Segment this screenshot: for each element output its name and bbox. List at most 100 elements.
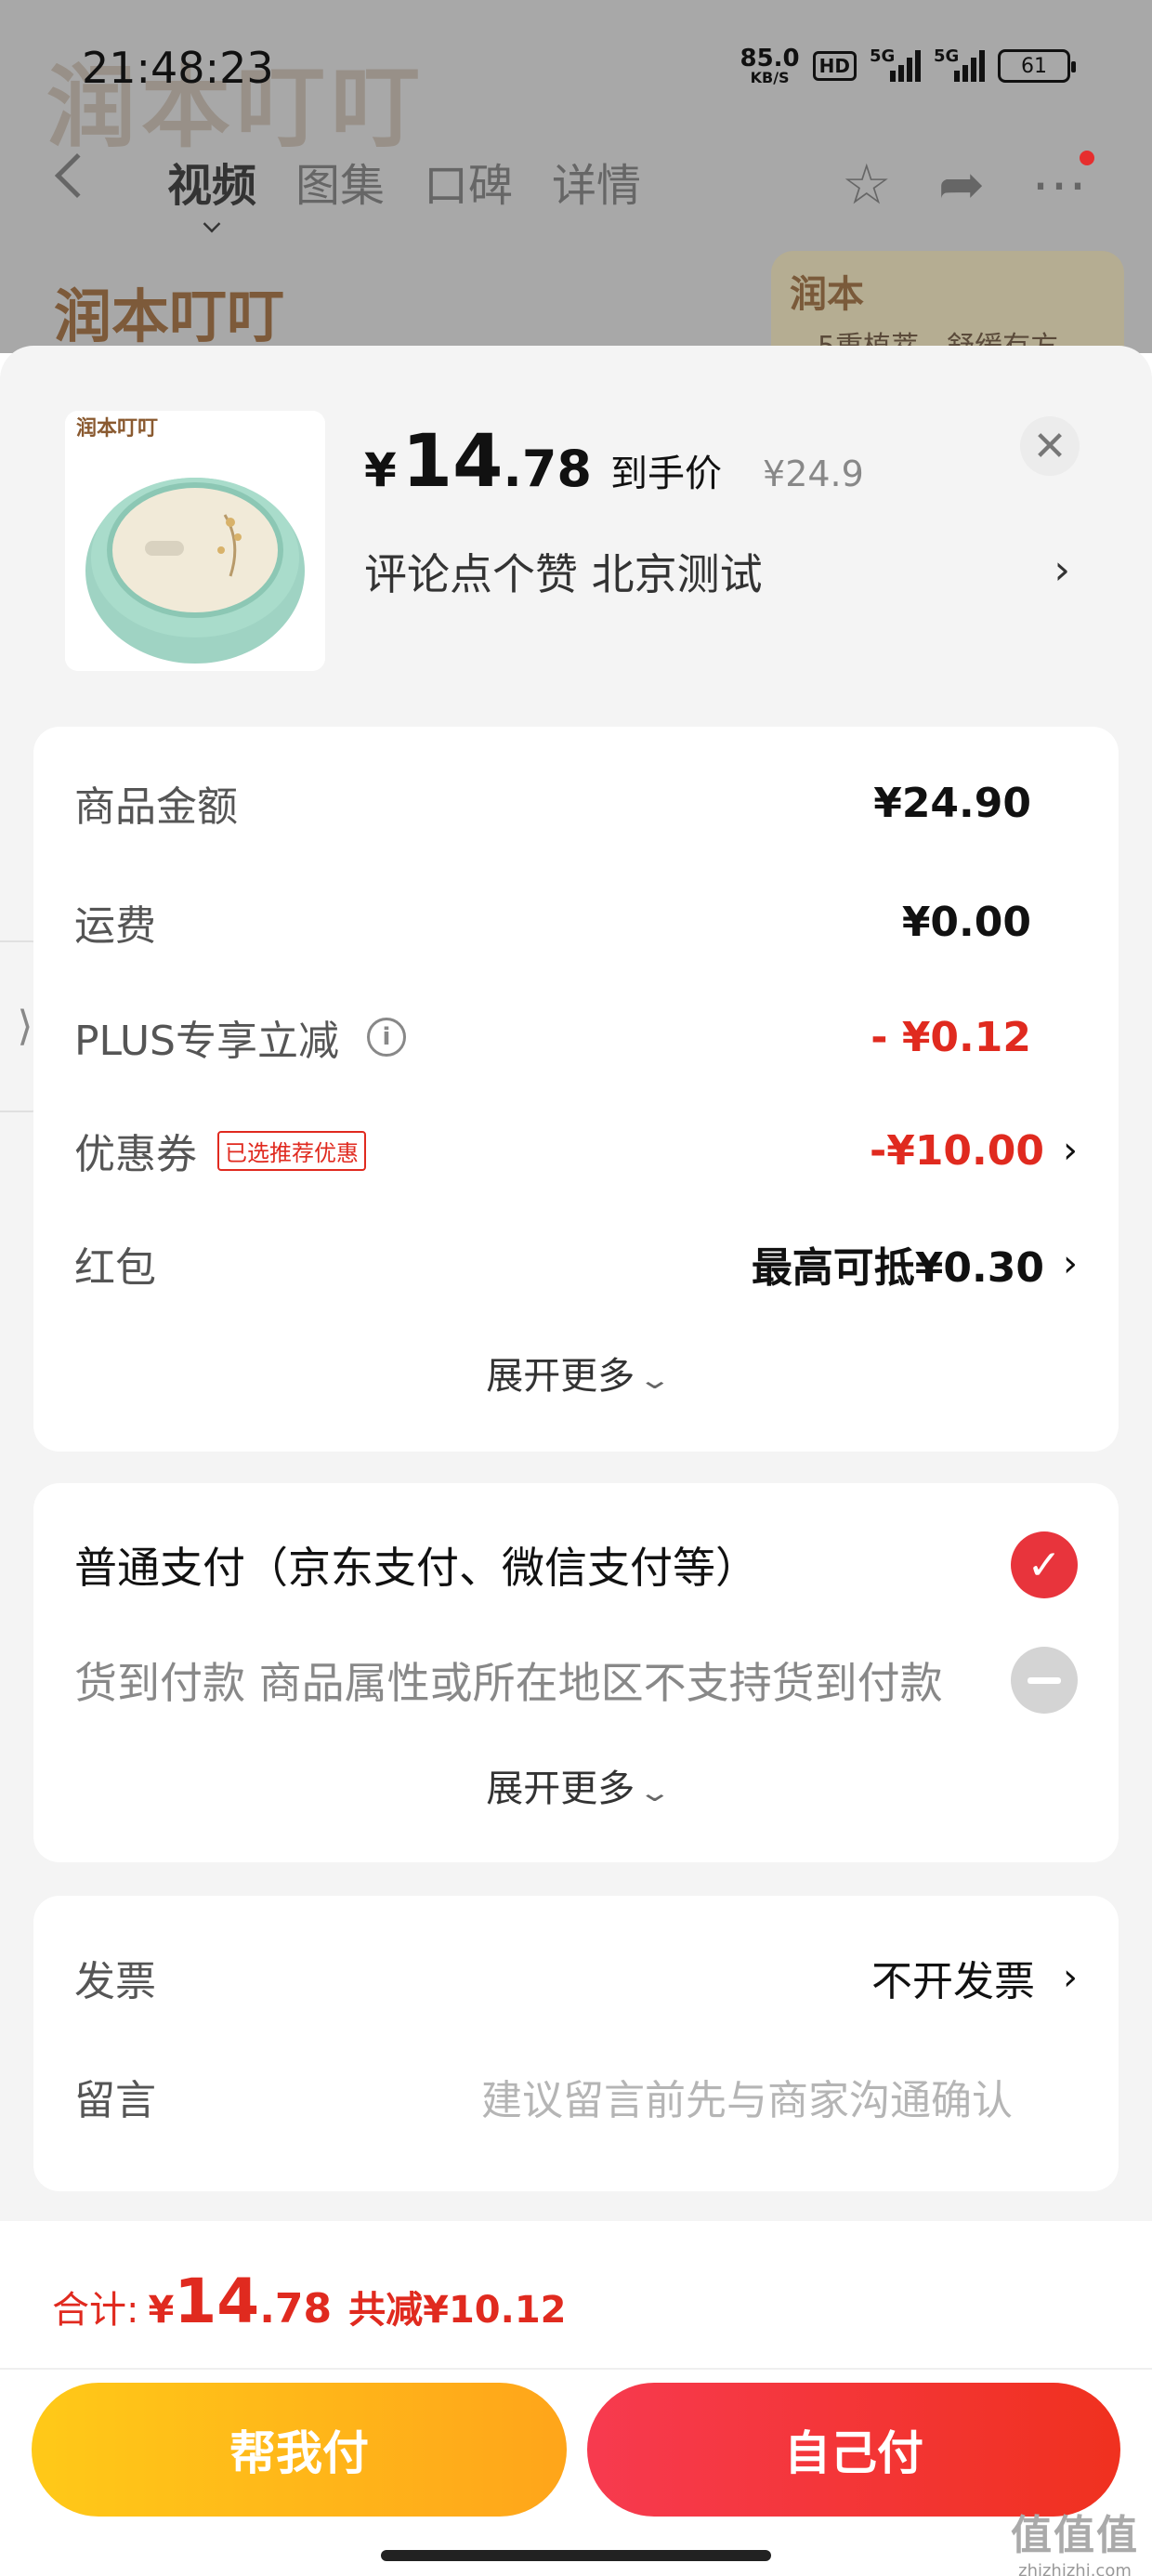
tab-reviews[interactable]: 口碑 [424, 149, 513, 214]
plus-discount-row: PLUS专享立减 i - ¥0.12 [74, 1007, 1078, 1067]
payment-expand-more[interactable]: 展开更多 ⌄ [33, 1758, 1119, 1812]
help-pay-button[interactable]: 帮我付 [32, 2383, 567, 2517]
expand-more-label: 展开更多 [486, 1768, 635, 1810]
payment-normal-label: 普通支付（京东支付、微信支付等） [74, 1543, 758, 1593]
coupon-label-group: 优惠券 已选推荐优惠 [74, 1121, 366, 1180]
total-yen: ¥ [148, 2289, 175, 2332]
notification-dot [1080, 151, 1094, 165]
star-icon[interactable]: ☆ [842, 152, 892, 217]
product-summary: 润本叮叮 ¥ 14 .78 到手价 ¥24.9 评论点个赞 北京测试 › ✕ [0, 346, 1152, 699]
signal-icon-2: 5G [934, 46, 985, 82]
extras-card: 发票 不开发票 › 留言 建议留言前先与商家沟通确认 [33, 1896, 1119, 2191]
network-speed: 85.0 KB/S [740, 46, 800, 85]
background-card-brand: 润本 [790, 273, 864, 316]
more-icon[interactable]: ⋯ [1031, 152, 1087, 217]
chevron-right-icon: › [1063, 1242, 1078, 1285]
price-decimal: .78 [503, 440, 593, 498]
total-row: 合计: ¥ 14 .78 共减¥10.12 [52, 2266, 567, 2337]
price-integer: 14 [401, 420, 504, 504]
note-label: 留言 [74, 2077, 156, 2124]
tab-details[interactable]: 详情 [552, 149, 641, 214]
chevron-right-icon: › [1063, 1956, 1078, 1999]
product-spec[interactable]: 评论点个赞 北京测试 [364, 541, 763, 602]
coupon-label: 优惠券 [74, 1131, 197, 1178]
total-integer: 14 [174, 2266, 260, 2337]
invoice-value: 不开发票 [871, 1958, 1035, 2005]
home-indicator[interactable] [381, 2550, 771, 2561]
network-speed-unit: KB/S [750, 69, 790, 86]
payment-cod-row: 货到付款 商品属性或所在地区不支持货到付款 [74, 1647, 1078, 1714]
background-nav-icons: ☆ ➦ ⋯ [842, 152, 1087, 217]
fee-card: 商品金额 ¥24.90 运费 ¥0.00 PLUS专享立减 i - ¥0.12 … [33, 727, 1119, 1452]
red-packet-value: 最高可抵¥0.30 [751, 1244, 1044, 1292]
battery-icon: 61 [998, 49, 1076, 83]
watermark-logo: 值值值 [1011, 2512, 1139, 2559]
battery-level: 61 [1021, 54, 1047, 78]
watermark-url: zhizhizhi.com [1018, 2561, 1132, 2576]
chevron-right-icon: ⟩ [17, 1003, 33, 1050]
product-price-row: ¥ 14 .78 到手价 ¥24.9 [364, 420, 864, 504]
background-tabs: 视频 图集 口碑 详情 [167, 149, 641, 214]
original-price: ¥24.9 [763, 453, 864, 494]
total-decimal: .78 [259, 2285, 333, 2333]
payment-card: 普通支付（京东支付、微信支付等） ✓ 货到付款 商品属性或所在地区不支持货到付款… [33, 1483, 1119, 1862]
disabled-radio-icon [1011, 1647, 1078, 1714]
info-icon[interactable]: i [367, 1018, 406, 1057]
network-speed-value: 85.0 [740, 45, 800, 72]
status-bar: 21:48:23 85.0 KB/S HD 5G 5G 61 [0, 0, 1152, 139]
goods-amount-value: ¥24.90 [873, 779, 1031, 827]
hd-icon: HD [812, 51, 857, 81]
total-label: 合计: [52, 2289, 139, 2332]
note-input[interactable]: 建议留言前先与商家沟通确认 [481, 2067, 1013, 2126]
coupon-row[interactable]: 优惠券 已选推荐优惠 -¥10.00 › [74, 1121, 1078, 1180]
note-row[interactable]: 留言 建议留言前先与商家沟通确认 [74, 2067, 1078, 2126]
signal-icon-1: 5G [870, 46, 921, 82]
tab-gallery[interactable]: 图集 [295, 149, 385, 214]
checkout-footer: 合计: ¥ 14 .78 共减¥10.12 帮我付 自己付 值值值 zhizhi… [0, 2221, 1152, 2576]
red-packet-row[interactable]: 红包 最高可抵¥0.30 › [74, 1234, 1078, 1294]
chevron-right-icon[interactable]: › [1054, 546, 1070, 594]
shipping-label: 运费 [74, 902, 156, 950]
checked-radio-icon[interactable]: ✓ [1011, 1531, 1078, 1598]
background-brand-logo-small: 润本叮叮 [54, 283, 285, 350]
chevron-down-icon: ⌄ [637, 1777, 673, 1807]
plus-discount-value: - ¥0.12 [871, 1013, 1031, 1061]
red-packet-label: 红包 [74, 1244, 156, 1292]
coupon-value-group: -¥10.00 › [870, 1127, 1078, 1175]
chevron-down-icon: ⌄ [637, 1364, 673, 1395]
payment-cod-label: 货到付款 商品属性或所在地区不支持货到付款 [74, 1658, 943, 1708]
price-symbol: ¥ [364, 443, 397, 497]
expand-more-label: 展开更多 [486, 1355, 635, 1398]
price-tag: 到手价 [610, 453, 723, 495]
signal-label-1: 5G [870, 46, 896, 66]
watermark: 值值值 zhizhizhi.com [1011, 2502, 1139, 2576]
invoice-label: 发票 [74, 1958, 156, 2005]
invoice-row[interactable]: 发票 不开发票 › [74, 1948, 1078, 2007]
product-image: 润本叮叮 [65, 411, 325, 671]
status-time: 21:48:23 [82, 43, 274, 93]
signal-label-2: 5G [934, 46, 960, 66]
coupon-value: -¥10.00 [869, 1126, 1044, 1175]
shipping-row: 运费 ¥0.00 [74, 892, 1078, 952]
product-brand-logo: 润本叮叮 [76, 416, 158, 440]
coupon-badge: 已选推荐优惠 [217, 1130, 366, 1171]
background-promo-card: 润本 5重植萃，舒缓有方 [771, 251, 1124, 353]
shipping-value: ¥0.00 [901, 898, 1031, 946]
goods-amount-label: 商品金额 [74, 783, 238, 831]
plus-discount-label-group: PLUS专享立减 i [74, 1007, 406, 1067]
background-nav: 视频 图集 口碑 详情 ☆ ➦ ⋯ [0, 149, 1152, 232]
invoice-value-group: 不开发票 › [871, 1948, 1078, 2007]
goods-amount-row: 商品金额 ¥24.90 [74, 773, 1078, 833]
chevron-right-icon: › [1063, 1129, 1078, 1172]
red-packet-value-group: 最高可抵¥0.30 › [752, 1234, 1078, 1294]
share-icon[interactable]: ➦ [938, 152, 985, 217]
fees-expand-more[interactable]: 展开更多 ⌄ [33, 1346, 1119, 1400]
status-icons: 85.0 KB/S HD 5G 5G 61 [740, 46, 1076, 85]
close-button[interactable]: ✕ [1020, 416, 1080, 476]
tab-video[interactable]: 视频 [167, 149, 256, 214]
payment-normal-row[interactable]: 普通支付（京东支付、微信支付等） ✓ [74, 1531, 1078, 1598]
back-arrow-icon[interactable] [54, 152, 100, 199]
self-pay-button[interactable]: 自己付 [587, 2383, 1120, 2517]
footer-divider [0, 2368, 1152, 2370]
background-page: 润本叮叮 21:48:23 85.0 KB/S HD 5G 5G 61 视频 图… [0, 0, 1152, 353]
